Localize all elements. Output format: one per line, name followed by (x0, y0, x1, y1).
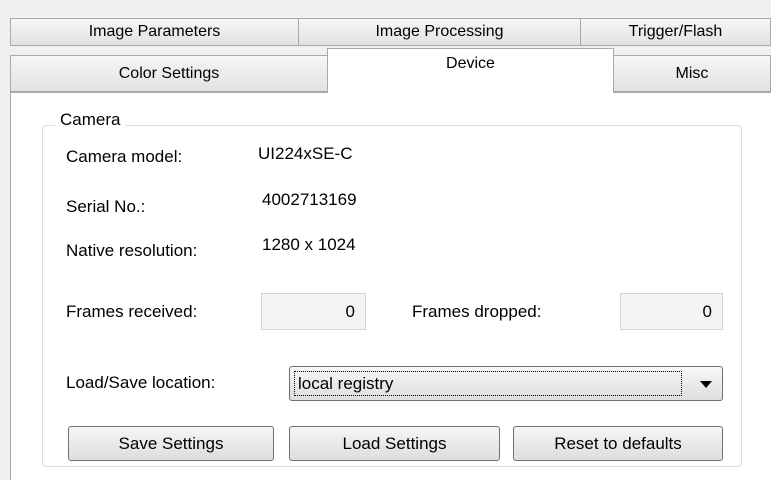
camera-group-title: Camera (55, 110, 126, 130)
frames-dropped-label: Frames dropped: (412, 302, 542, 321)
tab-image-parameters[interactable]: Image Parameters (10, 18, 299, 46)
tab-misc[interactable]: Misc (613, 55, 771, 92)
reset-to-defaults-button[interactable]: Reset to defaults (513, 426, 723, 461)
frames-received-value: 0 (261, 293, 366, 330)
serial-number-value: 4002713169 (262, 190, 357, 209)
frames-received-label: Frames received: (66, 302, 198, 321)
load-save-location-select[interactable]: local registry (289, 366, 723, 401)
tab-image-processing[interactable]: Image Processing (298, 18, 581, 46)
save-settings-button[interactable]: Save Settings (68, 426, 274, 461)
camera-model-label: Camera model: (66, 147, 183, 166)
tab-trigger-flash[interactable]: Trigger/Flash (580, 18, 771, 46)
load-save-location-label: Load/Save location: (66, 373, 216, 392)
tab-device[interactable]: Device (327, 48, 614, 93)
load-settings-button[interactable]: Load Settings (289, 426, 500, 461)
frames-dropped-value: 0 (620, 293, 723, 330)
native-resolution-label: Native resolution: (66, 241, 198, 260)
camera-model-value: UI224xSE-C (258, 144, 353, 163)
serial-number-label: Serial No.: (66, 197, 146, 216)
tab-color-settings[interactable]: Color Settings (10, 55, 328, 92)
chevron-down-icon[interactable] (700, 381, 712, 388)
native-resolution-value: 1280 x 1024 (262, 235, 356, 254)
load-save-location-value: local registry (294, 371, 682, 396)
